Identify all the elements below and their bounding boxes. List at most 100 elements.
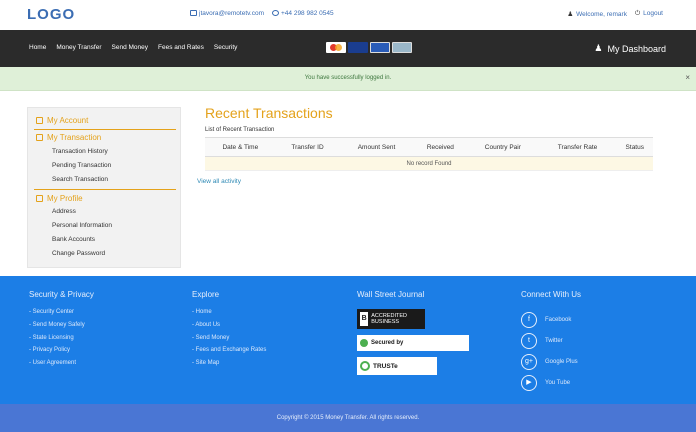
nav-home[interactable]: Home [29, 44, 46, 51]
nav-send-money[interactable]: Send Money [112, 44, 149, 51]
footer-link[interactable]: - Privacy Policy [29, 347, 94, 360]
sidebar-item-personal-information[interactable]: Personal Information [52, 222, 112, 229]
footer-link[interactable]: - State Licensing [29, 335, 94, 348]
footer-link-label: Site Map [195, 360, 220, 367]
footer-link[interactable]: - Home [192, 309, 266, 322]
phone-contact: +44 298 982 0545 [272, 10, 334, 17]
logout-link[interactable]: ⏻ Logout [635, 10, 663, 18]
footer-link[interactable]: - Send Money Safely [29, 322, 94, 335]
copyright-bar: Copyright © 2015 Money Transfer. All rig… [0, 404, 696, 432]
footer-connect-column: Connect With Us f Facebook t Twitter g+ Goo… [521, 290, 581, 393]
sidebar-account-label: My Account [47, 116, 89, 125]
envelope-icon [190, 10, 197, 17]
nav-security[interactable]: Security [214, 44, 237, 51]
copyright-text: Copyright © 2015 Money Transfer. All rig… [276, 415, 420, 421]
logo[interactable]: LOGO [27, 6, 75, 23]
table-row: No record Found [205, 156, 653, 171]
sidebar-profile-label: My Profile [47, 194, 83, 203]
col-status: Status [616, 137, 653, 157]
social-label: Twitter [545, 337, 563, 344]
bbb-logo-icon: B [360, 312, 369, 326]
social-label: Google Plus [545, 358, 578, 365]
email-contact[interactable]: jtavora@remotetv.com [190, 10, 264, 17]
sidebar-item-change-password[interactable]: Change Password [52, 250, 105, 257]
divider [34, 129, 176, 130]
footer-link[interactable]: - Site Map [192, 360, 266, 373]
person-icon: ♟ [594, 43, 603, 53]
table-caption: List of Recent Transaction [205, 127, 275, 133]
social-label: Facebook [545, 316, 572, 323]
sidebar-my-profile[interactable]: My Profile [36, 194, 83, 203]
profile-icon [36, 195, 43, 202]
main-nav: Home Money Transfer Send Money Fees and … [0, 30, 696, 67]
view-all-activity-link[interactable]: View all activity [197, 178, 241, 185]
welcome-text: Welcome, remark [576, 11, 627, 18]
col-country-pair: Country Pair [467, 137, 539, 157]
secured-badge[interactable]: Secured by [357, 335, 469, 351]
footer-link-label: About Us [195, 321, 221, 328]
bbb-text: ACCREDITED BUSINESS [371, 313, 408, 325]
sidebar-item-bank-accounts[interactable]: Bank Accounts [52, 236, 95, 243]
social-google-plus[interactable]: g+ Google Plus [521, 351, 581, 372]
col-received: Received [413, 137, 468, 157]
nav-fees-rates[interactable]: Fees and Rates [158, 44, 204, 51]
email-text: jtavora@remotetv.com [199, 10, 264, 17]
social-twitter[interactable]: t Twitter [521, 330, 581, 351]
social-label: You Tube [545, 379, 571, 386]
twitter-icon: t [521, 332, 537, 349]
dashboard-label: My Dashboard [607, 43, 666, 54]
footer-link[interactable]: - Fees and Exchange Rates [192, 347, 266, 360]
dashboard-link[interactable]: ♟ My Dashboard [594, 43, 666, 54]
amex-icon [392, 42, 412, 53]
sidebar-item-transaction-history[interactable]: Transaction History [52, 148, 108, 155]
sidebar-item-pending-transaction[interactable]: Pending Transaction [52, 162, 111, 169]
phone-icon [272, 10, 279, 17]
youtube-icon: ▶ [521, 374, 537, 391]
social-youtube[interactable]: ▶ You Tube [521, 372, 581, 393]
transactions-table: Date & Time Transfer ID Amount Sent Rece… [205, 137, 653, 171]
footer-security-title: Security & Privacy [29, 290, 94, 299]
mastercard-icon [326, 42, 346, 53]
user-icon: ♟ [567, 11, 574, 18]
account-icon [36, 117, 43, 124]
footer-link[interactable]: - User Agreement [29, 360, 94, 373]
footer-link-label: State Licensing [32, 334, 74, 341]
sidebar-transaction-label: My Transaction [47, 133, 102, 142]
footer-link-label: Security Center [32, 309, 75, 315]
footer-link-label: Send Money Safely [32, 321, 85, 328]
footer-link[interactable]: - About Us [192, 322, 266, 335]
facebook-icon: f [521, 311, 537, 328]
power-icon: ⏻ [634, 10, 641, 17]
footer-link-label: User Agreement [32, 360, 77, 367]
col-transfer-rate: Transfer Rate [538, 137, 617, 157]
footer: Security & Privacy - Security Center - S… [0, 276, 696, 404]
sidebar-my-account[interactable]: My Account [36, 116, 88, 125]
truste-badge[interactable]: TRUSTe [357, 357, 437, 375]
footer-link[interactable]: - Security Center [29, 309, 94, 322]
social-facebook[interactable]: f Facebook [521, 309, 581, 330]
sidebar-item-address[interactable]: Address [52, 208, 76, 215]
sidebar-my-transaction[interactable]: My Transaction [36, 133, 101, 142]
footer-link[interactable]: - Send Money [192, 335, 266, 348]
bbb-badge[interactable]: B ACCREDITED BUSINESS [357, 309, 425, 329]
footer-link-label: Privacy Policy [32, 347, 71, 354]
phone-text: +44 298 982 0545 [281, 10, 334, 17]
col-amount-sent: Amount Sent [339, 137, 414, 157]
footer-link-label: Fees and Exchange Rates [195, 347, 267, 354]
contact-info: jtavora@remotetv.com +44 298 982 0545 [190, 10, 334, 17]
nav-money-transfer[interactable]: Money Transfer [56, 44, 101, 51]
col-date-time: Date & Time [205, 137, 276, 157]
welcome-link[interactable]: ♟ Welcome, remark [567, 10, 627, 18]
page-title: Recent Transactions [205, 105, 333, 121]
nav-menu: Home Money Transfer Send Money Fees and … [29, 44, 237, 51]
empty-message: No record Found [205, 156, 653, 171]
truste-text: TRUSTe [373, 362, 398, 370]
secured-text: Secured by [371, 340, 404, 346]
sidebar-item-search-transaction[interactable]: Search Transaction [52, 176, 108, 183]
visa-icon [348, 42, 368, 53]
user-links: ♟ Welcome, remark ⏻ Logout [567, 10, 663, 18]
close-icon[interactable]: × [685, 73, 690, 82]
footer-security-column: Security & Privacy - Security Center - S… [29, 290, 94, 373]
footer-wsj-title: Wall Street Journal [357, 290, 425, 299]
payment-cards [326, 42, 412, 53]
